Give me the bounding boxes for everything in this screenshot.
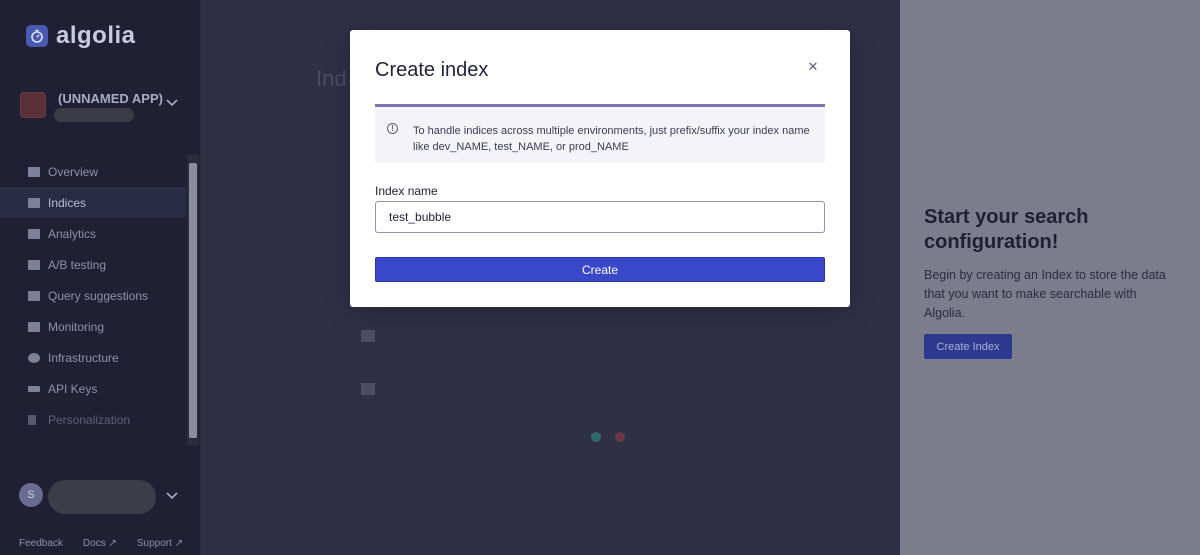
- monitoring-icon: [28, 321, 40, 332]
- person-icon: [28, 414, 36, 425]
- background-legend: [591, 432, 625, 442]
- query-suggestions-icon: [28, 290, 40, 301]
- info-banner: ! To handle indices across multiple envi…: [375, 104, 825, 163]
- ab-testing-icon: [28, 259, 40, 270]
- create-index-modal: Create index ✕ ! To handle indices acros…: [350, 30, 850, 307]
- create-index-button[interactable]: Create Index: [924, 334, 1012, 359]
- globe-icon: [28, 352, 40, 363]
- user-name-redacted: [48, 480, 156, 514]
- index-name-label: Index name: [375, 184, 438, 198]
- sidebar-item-query-suggestions[interactable]: Query suggestions: [0, 280, 186, 311]
- docs-label: Docs: [82, 538, 106, 549]
- legend-item: [591, 432, 601, 442]
- overview-icon: [28, 166, 40, 177]
- sidebar-item-label: Infrastructure: [48, 350, 119, 365]
- sidebar-item-label: Analytics: [48, 226, 97, 241]
- red-dot-icon: [615, 432, 625, 442]
- sidebar-item-label: Monitoring: [48, 319, 105, 334]
- info-icon: !: [387, 123, 398, 134]
- user-menu[interactable]: S: [18, 478, 188, 516]
- page-title-partial: Ind: [316, 66, 347, 91]
- sidebar-scrollbar[interactable]: [187, 155, 199, 445]
- modal-title: Create index: [375, 59, 489, 81]
- brand-name: algolia: [56, 22, 136, 49]
- sidebar-item-label: API Keys: [48, 381, 98, 396]
- external-link-icon: ↗: [174, 538, 184, 549]
- background-row: [361, 330, 375, 342]
- sidebar-item-label: Overview: [48, 164, 99, 179]
- support-link[interactable]: Support ↗: [137, 538, 183, 549]
- background-row: [361, 383, 375, 395]
- sidebar-item-infrastructure[interactable]: Infrastructure: [0, 342, 186, 373]
- sidebar-item-label: Indices: [48, 195, 87, 210]
- algolia-logo[interactable]: algolia: [26, 22, 136, 50]
- docs-link[interactable]: Docs ↗: [83, 538, 117, 549]
- sidebar-nav: Overview Indices Analytics A/B testing Q…: [0, 156, 186, 435]
- sidebar: algolia (UNNAMED APP) Overview Indices A…: [0, 0, 201, 555]
- chevron-down-icon: [166, 489, 178, 503]
- sidebar-item-label: Personalization: [48, 412, 131, 427]
- indices-icon: [28, 197, 40, 208]
- legend-item: [615, 432, 625, 442]
- avatar: S: [19, 483, 43, 507]
- panel-title: Start your search configuration!: [924, 206, 1089, 253]
- sidebar-item-personalization[interactable]: Personalization: [0, 404, 186, 435]
- sidebar-item-label: A/B testing: [48, 257, 107, 272]
- scrollbar-thumb[interactable]: [189, 163, 197, 438]
- sidebar-item-api-keys[interactable]: API Keys: [0, 373, 186, 404]
- onboarding-panel: Start your search configuration! Begin b…: [900, 0, 1200, 555]
- analytics-icon: [28, 228, 40, 239]
- panel-description: Begin by creating an Index to store the …: [924, 268, 1166, 320]
- stopwatch-icon: [26, 25, 48, 47]
- sidebar-item-indices[interactable]: Indices: [0, 187, 186, 218]
- index-icon: [361, 330, 375, 342]
- support-label: Support: [136, 538, 172, 549]
- create-button[interactable]: Create: [375, 257, 825, 282]
- index-name-input[interactable]: [375, 201, 825, 233]
- sidebar-item-label: Query suggestions: [48, 288, 149, 303]
- sidebar-item-analytics[interactable]: Analytics: [0, 218, 186, 249]
- sidebar-item-ab-testing[interactable]: A/B testing: [0, 249, 186, 280]
- info-text: To handle indices across multiple enviro…: [413, 125, 810, 153]
- index-icon: [361, 383, 375, 395]
- app-selector[interactable]: (UNNAMED APP): [18, 90, 188, 130]
- app-name: (UNNAMED APP): [58, 91, 163, 106]
- sidebar-item-monitoring[interactable]: Monitoring: [0, 311, 186, 342]
- external-link-icon: ↗: [108, 538, 117, 549]
- sidebar-item-overview[interactable]: Overview: [0, 156, 186, 187]
- close-icon[interactable]: ✕: [805, 59, 821, 75]
- feedback-link[interactable]: Feedback: [19, 538, 63, 549]
- teal-dot-icon: [591, 432, 601, 442]
- sidebar-footer: Feedback Docs ↗ Support ↗: [19, 538, 183, 549]
- app-id-redacted: [54, 108, 134, 122]
- app-cube-icon: [20, 92, 46, 118]
- chevron-down-icon: [166, 96, 178, 110]
- key-icon: [28, 385, 40, 392]
